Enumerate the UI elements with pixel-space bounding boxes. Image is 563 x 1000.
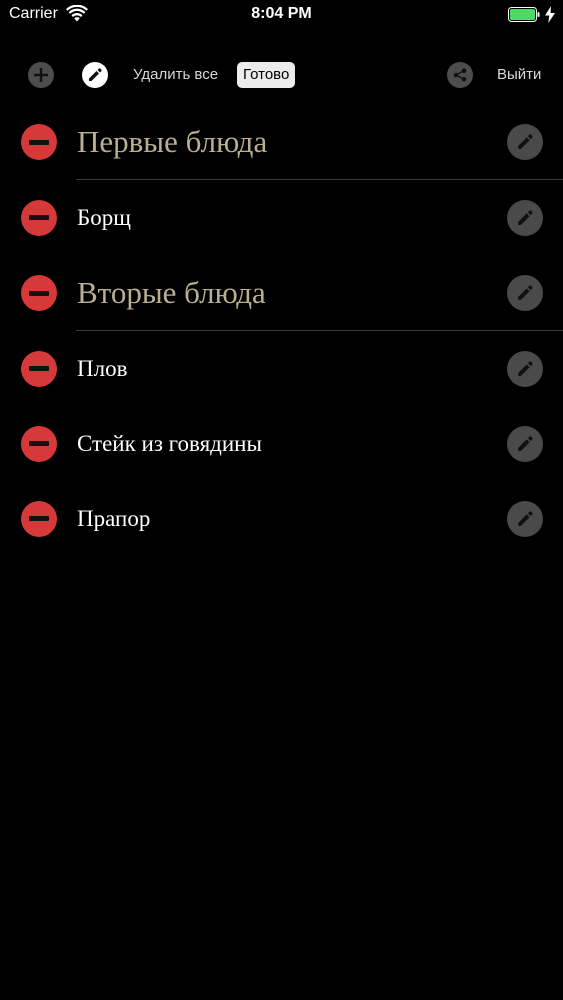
dish-label: Борщ [77, 204, 131, 230]
edit-row-button[interactable] [507, 199, 543, 236]
delete-row-button[interactable] [21, 425, 57, 462]
category-row[interactable]: Вторые блюда [0, 255, 563, 331]
delete-row-button[interactable] [21, 275, 57, 311]
dish-row[interactable]: Борщ [0, 180, 563, 255]
dish-list: Первые блюда Борщ Вторые блюда Плов Стейк из… [0, 104, 563, 556]
pencil-icon [518, 360, 533, 376]
clock: 8:04 PM [251, 5, 312, 22]
logout-button[interactable]: Выйти [497, 66, 541, 83]
battery-icon [508, 7, 540, 22]
dish-label: Прапор [77, 505, 151, 531]
delete-row-button[interactable] [21, 199, 57, 236]
delete-all-button[interactable]: Удалить все [133, 66, 218, 83]
dish-label: Стейк из говядины [77, 430, 262, 456]
share-button[interactable] [447, 62, 473, 88]
pencil-icon [518, 510, 533, 526]
edit-row-button[interactable] [507, 350, 543, 387]
dish-row[interactable]: Стейк из говядины [0, 406, 563, 481]
toolbar: Удалить все Готово Выйти [0, 55, 563, 95]
category-label: Первые блюда [77, 124, 268, 159]
pencil-icon [518, 285, 533, 300]
plus-icon [34, 68, 48, 82]
edit-row-button[interactable] [507, 275, 543, 311]
delete-row-button[interactable] [21, 500, 57, 537]
add-button[interactable] [28, 62, 54, 88]
edit-row-button[interactable] [507, 124, 543, 160]
delete-row-button[interactable] [21, 350, 57, 387]
charging-bolt-icon [545, 6, 555, 23]
pencil-icon [518, 134, 533, 149]
pencil-icon [518, 209, 533, 225]
category-row[interactable]: Первые блюда [0, 104, 563, 180]
category-label: Вторые блюда [77, 275, 266, 310]
dish-row[interactable]: Плов [0, 331, 563, 406]
dish-label: Плов [77, 355, 128, 381]
pencil-icon [89, 68, 102, 81]
pencil-icon [518, 435, 533, 451]
delete-row-button[interactable] [21, 124, 57, 160]
edit-row-button[interactable] [507, 425, 543, 462]
edit-row-button[interactable] [507, 500, 543, 537]
edit-mode-button[interactable] [82, 62, 108, 88]
dish-row[interactable]: Прапор [0, 481, 563, 556]
share-icon [453, 68, 467, 82]
status-bar: Carrier 8:04 PM [0, 0, 563, 30]
done-button[interactable]: Готово [237, 62, 296, 88]
